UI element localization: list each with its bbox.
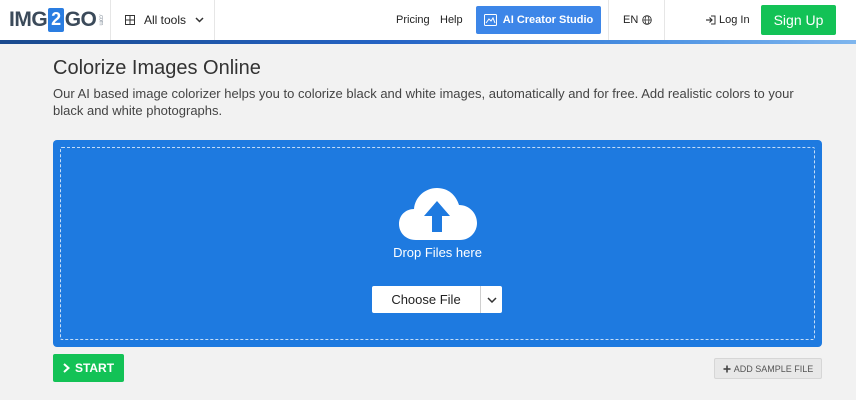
divider (664, 0, 665, 40)
logo-text-mid: 2 (48, 8, 64, 32)
logo-text-left: IMG (9, 8, 48, 31)
divider (608, 0, 609, 40)
choose-file-button[interactable]: Choose File (372, 286, 480, 313)
help-link[interactable]: Help (440, 0, 463, 40)
ai-creator-studio-button[interactable]: AI Creator Studio (476, 6, 601, 34)
chevron-down-icon (486, 296, 497, 303)
all-tools-menu[interactable]: All tools (125, 0, 204, 40)
img2go-logo[interactable]: IMG 2 GO .com (9, 8, 103, 32)
chevron-right-icon (63, 363, 70, 373)
globe-icon (642, 15, 653, 25)
drop-files-text: Drop Files here (393, 245, 482, 260)
pricing-link[interactable]: Pricing (396, 0, 430, 40)
ai-creator-studio-label: AI Creator Studio (502, 14, 594, 26)
start-label: START (74, 361, 115, 375)
top-header: IMG 2 GO .com All tools Pricing Help AI … (0, 0, 856, 40)
add-sample-file-button[interactable]: ADD SAMPLE FILE (714, 358, 822, 379)
language-label: EN (623, 14, 639, 26)
add-sample-file-label: ADD SAMPLE FILE (733, 363, 814, 374)
login-icon (706, 15, 716, 25)
page-title: Colorize Images Online (53, 57, 261, 79)
header-color-stripe (0, 40, 856, 44)
all-tools-label: All tools (144, 13, 187, 27)
signup-button[interactable]: Sign Up (761, 5, 836, 35)
plus-icon (723, 365, 731, 372)
login-label: Log In (719, 14, 750, 26)
divider (110, 0, 111, 40)
logo-text-right: GO (64, 8, 97, 31)
start-button[interactable]: START (53, 354, 124, 382)
divider (214, 0, 215, 40)
login-link[interactable]: Log In (705, 0, 750, 40)
file-dropzone[interactable] (53, 140, 822, 347)
page-description: Our AI based image colorizer helps you t… (53, 86, 794, 118)
choose-file-button-group: Choose File (372, 286, 502, 313)
chevron-down-icon (195, 17, 204, 23)
choose-file-dropdown[interactable] (481, 286, 502, 313)
cloud-upload-icon (399, 188, 477, 240)
language-selector[interactable]: EN (623, 0, 653, 40)
ai-icon (483, 14, 497, 26)
logo-text-suffix: .com (97, 14, 104, 26)
grid-icon (125, 15, 135, 25)
